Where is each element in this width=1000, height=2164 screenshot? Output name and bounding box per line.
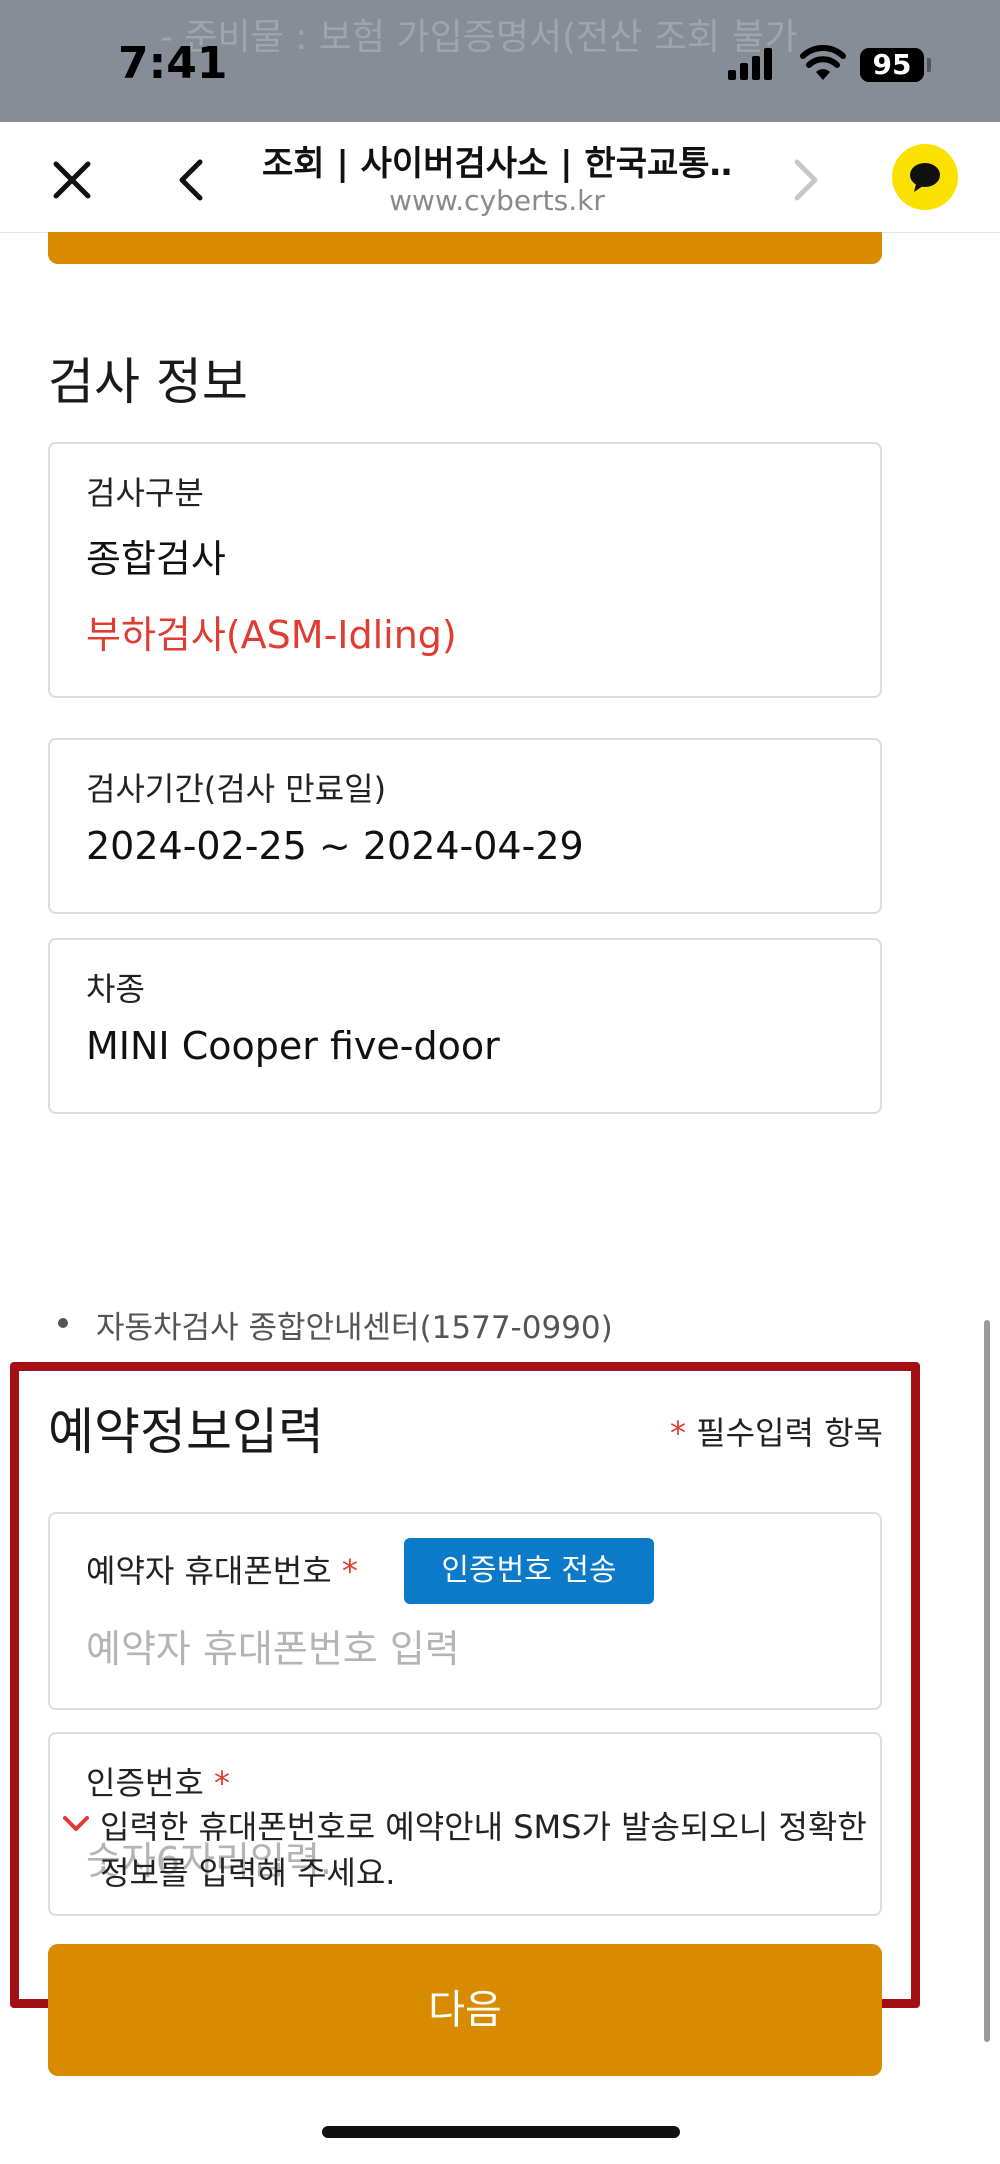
section-title-inspection: 검사 정보 — [48, 353, 248, 411]
required-star: * — [213, 1764, 230, 1802]
scrollbar[interactable] — [984, 1320, 990, 2042]
status-time: 7:41 — [118, 38, 228, 89]
required-star: * — [341, 1552, 358, 1590]
car-model-card: 차종 MINI Cooper five-door — [48, 938, 882, 1114]
reservation-title: 예약정보입력 — [48, 1403, 324, 1461]
required-note: * 필수입력 항목 — [670, 1408, 883, 1454]
home-indicator[interactable] — [322, 2126, 680, 2138]
cellular-signal-icon — [728, 48, 774, 80]
phone-label: 예약자 휴대폰번호 * — [86, 1546, 358, 1592]
inspection-type-card: 검사구분 종합검사 부하검사(ASM-Idling) — [48, 442, 882, 698]
close-icon[interactable] — [42, 150, 102, 210]
wifi-icon — [800, 45, 846, 80]
required-note-text: 필수입력 항목 — [696, 1414, 883, 1452]
code-label: 인증번호 * — [86, 1758, 230, 1804]
page-title[interactable]: 조회 | 사이버검사소 | 한국교통… — [262, 136, 732, 185]
code-label-text: 인증번호 — [86, 1764, 204, 1802]
inspection-type-value: 종합검사 — [86, 537, 226, 581]
inspection-period-value: 2024-02-25 ~ 2024-04-29 — [86, 824, 584, 868]
browser-toolbar: 조회 | 사이버검사소 | 한국교통… www.cyberts.kr — [0, 122, 1000, 233]
car-model-value: MINI Cooper five-door — [86, 1024, 500, 1068]
required-star: * — [670, 1414, 686, 1452]
check-icon — [63, 1816, 89, 1831]
forward-arrow-icon[interactable] — [775, 150, 835, 210]
chat-bubble-icon — [910, 163, 940, 192]
phone-input[interactable]: 예약자 휴대폰번호 입력 — [86, 1618, 460, 1673]
sms-notice: 입력한 휴대폰번호로 예약안내 SMS가 발송되오니 정확한 정보를 입력해 주… — [100, 1808, 867, 1892]
list-bullet — [58, 1318, 68, 1328]
next-button[interactable]: 다음 — [48, 1944, 882, 2076]
inspection-subtype-value: 부하검사(ASM-Idling) — [86, 613, 457, 657]
back-arrow-icon[interactable] — [162, 150, 222, 210]
status-bar: - 준비물 : 보험 가입증명서(전산 조회 불가 7:41 95 — [0, 0, 1000, 122]
battery-icon: 95 — [860, 48, 924, 82]
url-domain[interactable]: www.cyberts.kr — [262, 184, 732, 217]
inspection-period-label: 검사기간(검사 만료일) — [86, 770, 387, 808]
kakao-chat-button[interactable] — [892, 144, 958, 210]
battery-tip — [927, 58, 931, 72]
previous-button-edge[interactable] — [48, 232, 882, 264]
contact-center-info: 자동차검사 종합안내센터(1577-0990) — [96, 1310, 613, 1346]
browser-sheet: 조회 | 사이버검사소 | 한국교통… www.cyberts.kr 검사 정보… — [0, 122, 1000, 2164]
send-code-button[interactable]: 인증번호 전송 — [404, 1538, 654, 1604]
background-page-text: - 준비물 : 보험 가입증명서(전산 조회 불가 — [160, 17, 798, 58]
inspection-period-card: 검사기간(검사 만료일) 2024-02-25 ~ 2024-04-29 — [48, 738, 882, 914]
phone-field[interactable]: 예약자 휴대폰번호 * 인증번호 전송 예약자 휴대폰번호 입력 — [48, 1512, 882, 1710]
inspection-type-label: 검사구분 — [86, 474, 204, 512]
phone-label-text: 예약자 휴대폰번호 — [86, 1552, 332, 1590]
car-model-label: 차종 — [86, 970, 145, 1008]
